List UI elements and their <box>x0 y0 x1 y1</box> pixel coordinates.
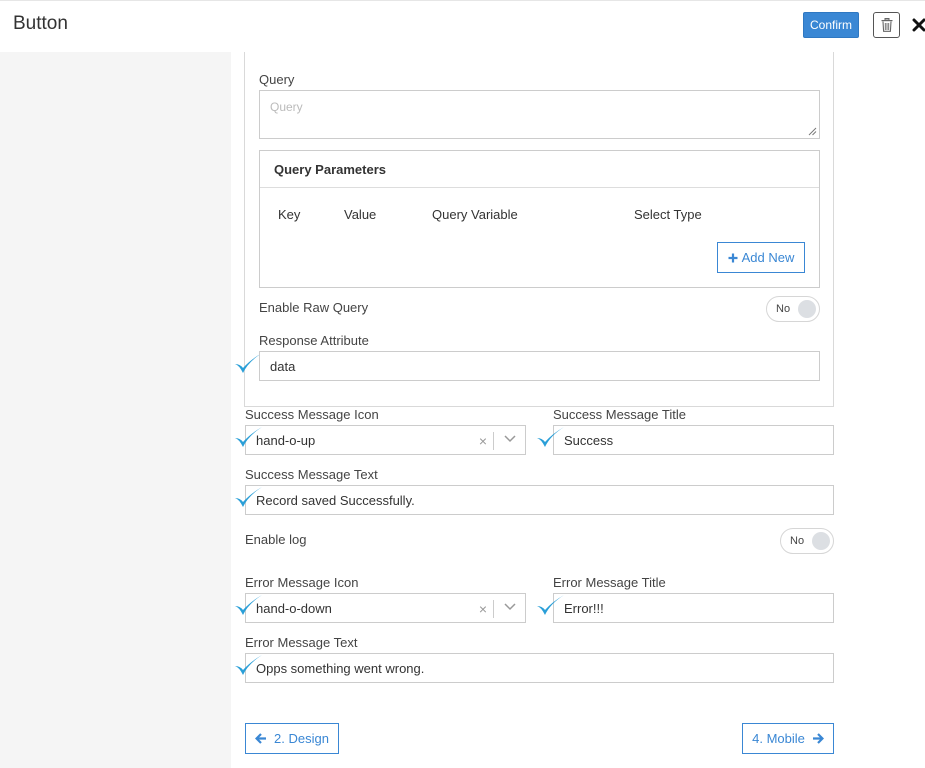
query-parameters-header: Query Parameters <box>260 151 819 188</box>
dialog-title: Button <box>13 13 68 34</box>
close-icon <box>912 18 925 32</box>
next-step-button[interactable]: 4. Mobile <box>742 723 834 754</box>
column-header-value: Value <box>344 207 377 222</box>
checkmark-icon <box>235 655 262 675</box>
chevron-down-icon[interactable] <box>504 435 516 443</box>
close-button[interactable] <box>912 13 925 37</box>
next-step-label: 4. Mobile <box>752 731 805 746</box>
checkmark-icon <box>235 487 262 507</box>
error-text-label: Error Message Text <box>245 635 358 650</box>
add-new-label: Add New <box>741 250 795 265</box>
dialog-header: Button Confirm <box>0 0 925 51</box>
prev-step-button[interactable]: 2. Design <box>245 723 339 754</box>
error-text-input[interactable]: Opps something went wrong. <box>245 653 834 683</box>
raw-query-toggle[interactable]: No <box>766 296 820 322</box>
checkmark-icon <box>537 595 564 615</box>
resize-grip-icon[interactable] <box>808 127 817 136</box>
checkmark-icon <box>537 427 564 447</box>
success-title-label: Success Message Title <box>553 407 686 422</box>
error-icon-label: Error Message Icon <box>245 575 359 590</box>
success-icon-select[interactable]: hand-o-up × <box>245 425 526 455</box>
success-icon-label: Success Message Icon <box>245 407 379 422</box>
toggle-knob <box>812 532 830 550</box>
query-textarea[interactable]: Query <box>259 90 820 139</box>
success-text-input[interactable]: Record saved Successfully. <box>245 485 834 515</box>
plus-icon <box>728 253 738 262</box>
checkmark-icon <box>235 595 262 615</box>
error-icon-value: hand-o-down <box>256 601 332 616</box>
error-title-label: Error Message Title <box>553 575 666 590</box>
error-title-input[interactable]: Error!!! <box>553 593 834 623</box>
response-attribute-input[interactable]: data <box>259 351 820 381</box>
success-icon-value: hand-o-up <box>256 433 316 448</box>
enable-log-toggle-text: No <box>790 535 805 547</box>
query-parameters-title: Query Parameters <box>274 162 387 177</box>
chevron-down-icon[interactable] <box>504 603 516 611</box>
clear-icon[interactable]: × <box>479 601 487 617</box>
column-header-query-variable: Query Variable <box>432 207 518 222</box>
left-sidebar-area <box>0 52 231 768</box>
arrow-left-icon <box>255 733 267 744</box>
success-text-label: Success Message Text <box>245 467 378 482</box>
trash-icon <box>881 18 892 32</box>
error-icon-select[interactable]: hand-o-down × <box>245 593 526 623</box>
checkmark-icon <box>235 427 262 447</box>
query-placeholder: Query <box>270 100 303 114</box>
query-label: Query <box>259 72 295 87</box>
query-parameters-panel: Query Parameters Key Value Query Variabl… <box>259 150 820 288</box>
add-new-button[interactable]: Add New <box>717 242 805 273</box>
success-title-input[interactable]: Success <box>553 425 834 455</box>
clear-icon[interactable]: × <box>479 433 487 449</box>
select-separator <box>493 432 494 450</box>
response-attribute-label: Response Attribute <box>259 333 369 348</box>
confirm-button[interactable]: Confirm <box>803 12 859 38</box>
column-header-key: Key <box>278 207 301 222</box>
delete-button[interactable] <box>873 12 900 38</box>
arrow-right-icon <box>812 733 824 744</box>
enable-log-toggle[interactable]: No <box>780 528 834 554</box>
select-separator <box>493 600 494 618</box>
toggle-knob <box>798 300 816 318</box>
raw-query-toggle-text: No <box>776 303 791 315</box>
enable-log-label: Enable log <box>245 532 307 547</box>
raw-query-label: Enable Raw Query <box>259 300 369 315</box>
prev-step-label: 2. Design <box>274 731 329 746</box>
column-header-select-type: Select Type <box>634 207 702 222</box>
